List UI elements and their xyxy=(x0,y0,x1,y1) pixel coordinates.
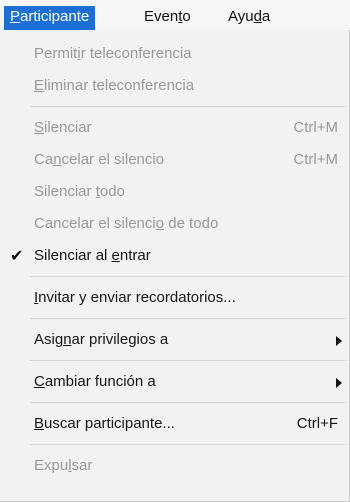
menu-item-label: Cancelar el silencio de todo xyxy=(34,215,219,232)
shortcut-label: Ctrl+M xyxy=(293,119,338,136)
shortcut-label: Ctrl+M xyxy=(293,151,338,168)
menu-item-label: Expulsar xyxy=(34,457,93,474)
menu-ayuda[interactable]: Ayuda xyxy=(222,6,276,30)
menu-item-label: Cancelar el silencio xyxy=(34,151,165,168)
menu-evento[interactable]: Evento xyxy=(138,6,197,30)
menu-separator xyxy=(30,276,346,277)
menu-item-cancelar-silencio[interactable]: Cancelar el silencio Ctrl+M xyxy=(0,146,348,176)
submenu-arrow-icon xyxy=(336,336,342,346)
menu-item-label: Silenciar todo xyxy=(34,183,125,200)
menu-item-label: Asignar privilegios a xyxy=(34,331,169,348)
app-window: Participante Evento Ayuda Permitir telec… xyxy=(0,0,350,502)
menu-separator xyxy=(30,360,346,361)
menu-item-eliminar-teleconferencia[interactable]: Eliminar teleconferencia xyxy=(0,72,348,102)
menu-item-silenciar[interactable]: Silenciar Ctrl+M xyxy=(0,114,348,144)
menubar: Participante Evento Ayuda xyxy=(0,0,350,30)
menu-item-cancelar-silencio-todo[interactable]: Cancelar el silencio de todo xyxy=(0,210,348,240)
menu-item-cambiar-funcion[interactable]: Cambiar función a xyxy=(0,368,348,398)
participante-dropdown-menu: Permitir teleconferencia Eliminar teleco… xyxy=(0,30,350,502)
menu-item-silenciar-al-entrar[interactable]: ✔ Silenciar al entrar xyxy=(0,242,348,272)
menu-item-permitir-teleconferencia[interactable]: Permitir teleconferencia xyxy=(0,40,348,70)
menu-item-label: Cambiar función a xyxy=(34,373,156,390)
checkmark-icon: ✔ xyxy=(10,248,24,265)
menu-item-label: Silenciar al entrar xyxy=(34,247,151,264)
menu-item-buscar-participante[interactable]: Buscar participante... Ctrl+F xyxy=(0,410,348,440)
submenu-arrow-icon xyxy=(336,378,342,388)
menu-item-label: Buscar participante... xyxy=(34,415,175,432)
menu-item-label: Eliminar teleconferencia xyxy=(34,77,195,94)
menu-item-label: Silenciar xyxy=(34,119,92,136)
menu-participante[interactable]: Participante xyxy=(4,6,96,30)
menu-item-expulsar[interactable]: Expulsar xyxy=(0,452,348,482)
menu-item-label: Permitir teleconferencia xyxy=(34,45,192,62)
menu-separator xyxy=(30,106,346,107)
shortcut-label: Ctrl+F xyxy=(296,415,338,432)
menu-item-asignar-privilegios[interactable]: Asignar privilegios a xyxy=(0,326,348,356)
menu-item-invitar[interactable]: Invitar y enviar recordatorios... xyxy=(0,284,348,314)
menu-separator xyxy=(30,318,346,319)
menu-separator xyxy=(30,444,346,445)
menu-item-silenciar-todo[interactable]: Silenciar todo xyxy=(0,178,348,208)
menu-separator xyxy=(30,402,346,403)
menu-item-label: Invitar y enviar recordatorios... xyxy=(34,289,236,306)
